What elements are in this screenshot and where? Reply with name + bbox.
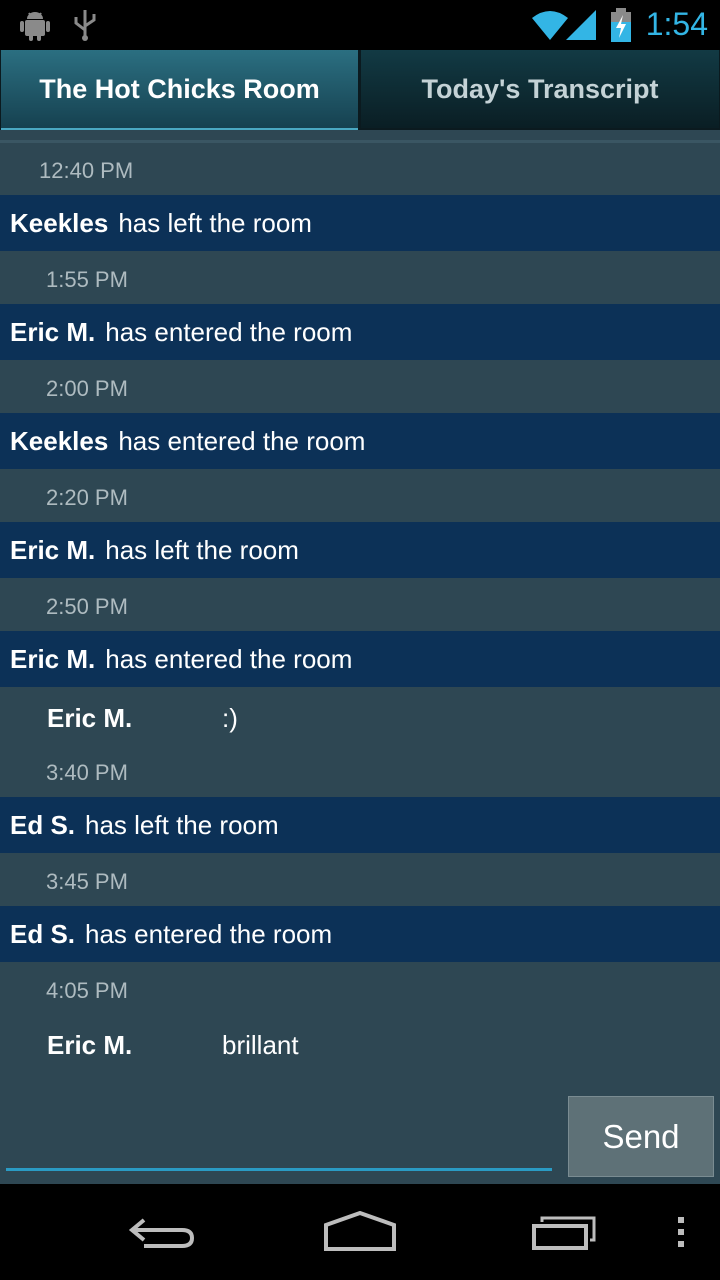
message-input[interactable]	[6, 1096, 550, 1164]
message-text: brillant	[222, 1030, 299, 1060]
message-sender: Eric M.	[47, 1030, 133, 1060]
event-action: has left the room	[105, 534, 299, 565]
event-action: has entered the room	[118, 425, 366, 456]
event-row: Keekles has entered the room	[0, 413, 720, 469]
timestamp: 12:40 PM	[39, 158, 134, 183]
recent-apps-button[interactable]	[522, 1204, 602, 1260]
message-row: Eric M. :)	[0, 689, 720, 745]
status-bar: 1:54	[0, 0, 720, 50]
event-action: has entered the room	[105, 316, 353, 347]
back-button[interactable]	[120, 1204, 200, 1260]
timestamp: 2:20 PM	[46, 485, 128, 510]
tab-bar: The Hot Chicks Room Today's Transcript	[0, 50, 720, 130]
android-debug-icon	[20, 12, 50, 41]
chat-content[interactable]: 12:40 PM Keekles has left the room 1:55 …	[0, 130, 720, 1184]
send-button[interactable]: Send	[568, 1096, 714, 1177]
event-row: Eric M. has entered the room	[0, 631, 720, 687]
home-button[interactable]	[318, 1204, 402, 1260]
timestamp: 3:40 PM	[46, 760, 128, 785]
event-row: Eric M. has entered the room	[0, 304, 720, 360]
event-action: has left the room	[85, 809, 279, 840]
event-user-name: Ed S.	[10, 809, 76, 840]
event-row: Ed S. has entered the room	[0, 906, 720, 962]
message-text: :)	[222, 703, 238, 733]
event-action: has left the room	[118, 207, 312, 238]
message-input-wrapper	[6, 1096, 552, 1171]
tab-room[interactable]: The Hot Chicks Room	[1, 50, 358, 130]
overflow-menu-button[interactable]	[666, 1204, 696, 1260]
timestamp: 3:45 PM	[46, 869, 128, 894]
timestamp: 2:00 PM	[46, 376, 128, 401]
event-row: Keekles has left the room	[0, 195, 720, 251]
usb-icon	[74, 10, 96, 41]
message-sender: Eric M.	[47, 703, 133, 733]
overflow-menu-icon	[678, 1217, 684, 1247]
wifi-icon	[532, 11, 568, 40]
event-user-name: Keekles	[10, 207, 109, 238]
event-user-name: Ed S.	[10, 918, 76, 949]
event-action: has entered the room	[105, 643, 353, 674]
divider	[0, 140, 720, 143]
event-user-name: Eric M.	[10, 643, 96, 674]
home-icon	[324, 1211, 396, 1251]
timestamp: 1:55 PM	[46, 267, 128, 292]
battery-charging-icon	[611, 8, 631, 42]
cell-signal-icon	[566, 10, 596, 40]
event-user-name: Eric M.	[10, 316, 96, 347]
event-user-name: Keekles	[10, 425, 109, 456]
event-action: has entered the room	[85, 918, 333, 949]
tab-transcript[interactable]: Today's Transcript	[361, 50, 719, 128]
back-icon	[128, 1218, 195, 1248]
event-row: Ed S. has left the room	[0, 797, 720, 853]
clock: 1:54	[645, 6, 708, 42]
event-user-name: Eric M.	[10, 534, 96, 565]
recent-apps-icon	[532, 1216, 596, 1250]
timestamp: 4:05 PM	[46, 978, 128, 1003]
event-row: Eric M. has left the room	[0, 522, 720, 578]
timestamp: 2:50 PM	[46, 594, 128, 619]
nav-bar	[0, 1184, 720, 1280]
message-row: Eric M. brillant	[0, 1016, 720, 1072]
